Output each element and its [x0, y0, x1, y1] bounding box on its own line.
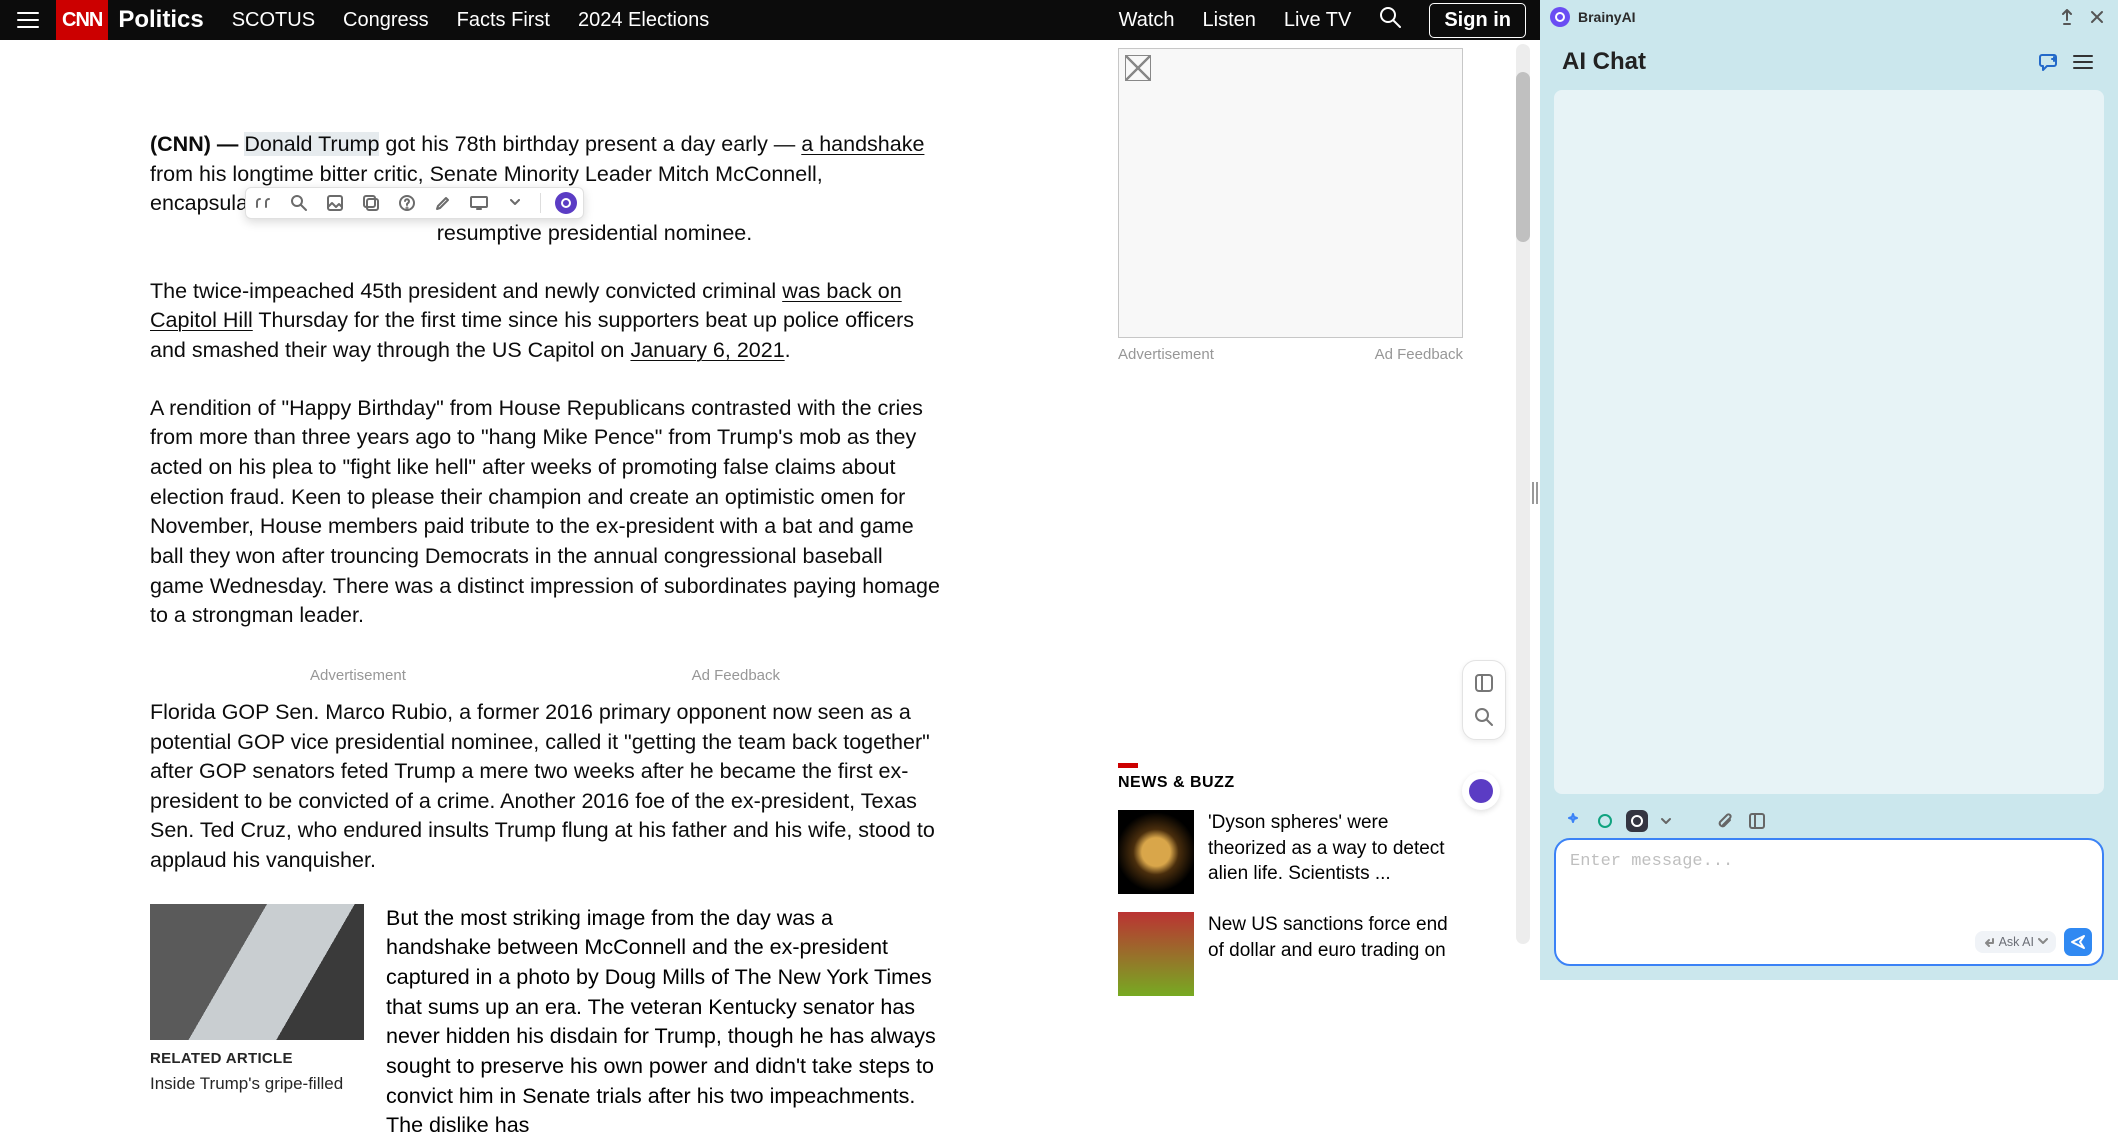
- highlight-icon[interactable]: [432, 192, 454, 214]
- ad-slot[interactable]: [1118, 48, 1463, 338]
- new-chat-button[interactable]: [2036, 49, 2062, 75]
- panel-title: AI Chat: [1562, 48, 2028, 76]
- panel-app-name: BrainyAI: [1578, 9, 1636, 25]
- help-icon[interactable]: [396, 192, 418, 214]
- search-button[interactable]: [1379, 6, 1401, 34]
- nav-2024-elections[interactable]: 2024 Elections: [578, 9, 709, 32]
- screen-icon[interactable]: [468, 192, 490, 214]
- copy-icon[interactable]: [360, 192, 382, 214]
- message-input-box: Ask AI: [1554, 838, 2104, 966]
- brainy-ai-launcher[interactable]: [1462, 772, 1500, 810]
- quote-icon[interactable]: [252, 192, 274, 214]
- model-selected-icon[interactable]: [1626, 810, 1648, 832]
- panel-resize-handle[interactable]: [1531, 478, 1539, 508]
- send-icon: [2070, 934, 2086, 950]
- model-sparkle-icon[interactable]: [1562, 810, 1584, 832]
- related-and-paragraph: RELATED ARTICLE Inside Trump's gripe-fil…: [150, 904, 940, 1141]
- ask-ai-label: Ask AI: [1999, 935, 2034, 949]
- brainy-ai-action-icon[interactable]: [555, 192, 577, 214]
- right-rail: Advertisement Ad Feedback NEWS & BUZZ 'D…: [1118, 48, 1468, 996]
- nav-facts-first[interactable]: Facts First: [457, 9, 550, 32]
- related-article-card[interactable]: RELATED ARTICLE Inside Trump's gripe-fil…: [150, 904, 364, 1141]
- top-navbar: CNN Politics SCOTUS Congress Facts First…: [0, 0, 1540, 40]
- selection-toolbar: [245, 187, 584, 219]
- news-buzz-title: NEWS & BUZZ: [1118, 774, 1468, 792]
- menu-button[interactable]: [0, 11, 56, 29]
- floating-widget-stack: [1462, 660, 1506, 740]
- nav-live-tv[interactable]: Live TV: [1284, 9, 1351, 32]
- brainy-ai-launcher-icon: [1469, 779, 1493, 803]
- ad-label-left: Advertisement: [310, 667, 406, 684]
- section-links: SCOTUS Congress Facts First 2024 Electio…: [232, 9, 710, 32]
- chat-history-area: [1554, 90, 2104, 794]
- message-input[interactable]: [1570, 852, 2088, 912]
- nav-listen[interactable]: Listen: [1203, 9, 1256, 32]
- site-logo[interactable]: CNN Politics: [56, 0, 204, 40]
- related-thumbnail: [150, 904, 364, 1040]
- sidebar-toggle-icon[interactable]: [1470, 669, 1498, 697]
- inline-ad-labels: Advertisement Ad Feedback: [150, 659, 940, 698]
- ask-ai-chip[interactable]: Ask AI: [1975, 931, 2056, 953]
- paragraph-2: The twice-impeached 45th president and n…: [150, 277, 940, 366]
- pin-button[interactable]: [2056, 6, 2078, 28]
- brainy-logo-icon: [1550, 7, 1570, 27]
- news-buzz-title-1: 'Dyson spheres' were theorized as a way …: [1208, 810, 1463, 894]
- chevron-down-icon: [2038, 938, 2048, 946]
- news-buzz-item-1[interactable]: 'Dyson spheres' were theorized as a way …: [1118, 810, 1463, 894]
- close-panel-button[interactable]: [2086, 6, 2108, 28]
- nav-congress[interactable]: Congress: [343, 9, 429, 32]
- news-buzz-header: NEWS & BUZZ: [1118, 763, 1468, 792]
- search-icon: [1379, 6, 1401, 28]
- panel-menu-button[interactable]: [2070, 49, 2096, 75]
- send-button[interactable]: [2064, 928, 2092, 956]
- panel-title-row: AI Chat: [1540, 34, 2118, 84]
- brainy-ai-panel: BrainyAI AI Chat Ask AI: [1540, 0, 2118, 980]
- paragraph-5: But the most striking image from the day…: [386, 904, 940, 1141]
- scrollbar-thumb[interactable]: [1516, 72, 1530, 242]
- link-handshake[interactable]: a handshake: [801, 132, 924, 156]
- page-scrollbar[interactable]: [1516, 44, 1530, 944]
- accent-bar: [1118, 763, 1138, 768]
- highlighted-text[interactable]: Donald Trump: [244, 132, 379, 156]
- model-openai-icon[interactable]: [1594, 810, 1616, 832]
- dropdown-icon[interactable]: [504, 192, 526, 214]
- nav-right: Watch Listen Live TV Sign in: [1119, 3, 1540, 38]
- context-button[interactable]: [1746, 810, 1768, 832]
- ad-slot-labels: Advertisement Ad Feedback: [1118, 346, 1463, 363]
- paragraph-3: A rendition of "Happy Birthday" from Hou…: [150, 394, 940, 631]
- news-buzz-thumb-2: [1118, 912, 1194, 996]
- sign-in-button[interactable]: Sign in: [1429, 3, 1526, 38]
- news-buzz-item-2[interactable]: New US sanctions force end of dollar and…: [1118, 912, 1463, 996]
- search-selection-icon[interactable]: [288, 192, 310, 214]
- politics-section-label: Politics: [118, 6, 203, 34]
- toolbar-divider: [540, 193, 541, 213]
- nav-watch[interactable]: Watch: [1119, 9, 1175, 32]
- return-icon: [1983, 936, 1995, 948]
- paragraph-4: Florida GOP Sen. Marco Rubio, a former 2…: [150, 698, 940, 876]
- nav-scotus[interactable]: SCOTUS: [232, 9, 315, 32]
- paragraph-5-wrap: But the most striking image from the day…: [386, 904, 940, 1141]
- cnn-logo-badge: CNN: [56, 0, 108, 40]
- news-buzz-thumb-1: [1118, 810, 1194, 894]
- model-dropdown-caret[interactable]: [1658, 813, 1674, 829]
- rail-ad-feedback[interactable]: Ad Feedback: [1375, 346, 1463, 363]
- link-jan-6[interactable]: January 6, 2021: [630, 338, 784, 362]
- related-title: Inside Trump's gripe-filled: [150, 1073, 364, 1096]
- news-buzz-title-2: New US sanctions force end of dollar and…: [1208, 912, 1463, 996]
- broken-image-icon: [1125, 55, 1151, 81]
- hamburger-icon: [17, 11, 39, 29]
- model-picker-row: [1554, 804, 2104, 838]
- related-tag: RELATED ARTICLE: [150, 1050, 364, 1067]
- composer: Ask AI: [1554, 804, 2104, 966]
- cnn-page: CNN Politics SCOTUS Congress Facts First…: [0, 0, 1540, 980]
- article-body-2: Florida GOP Sen. Marco Rubio, a former 2…: [150, 698, 940, 876]
- attach-button[interactable]: [1714, 810, 1736, 832]
- rail-ad-label: Advertisement: [1118, 346, 1214, 363]
- image-icon[interactable]: [324, 192, 346, 214]
- composer-footer: Ask AI: [1975, 928, 2092, 956]
- ad-feedback-link[interactable]: Ad Feedback: [692, 667, 780, 684]
- panel-header: BrainyAI: [1540, 0, 2118, 34]
- page-search-icon[interactable]: [1470, 703, 1498, 731]
- source-tag: (CNN) —: [150, 132, 244, 156]
